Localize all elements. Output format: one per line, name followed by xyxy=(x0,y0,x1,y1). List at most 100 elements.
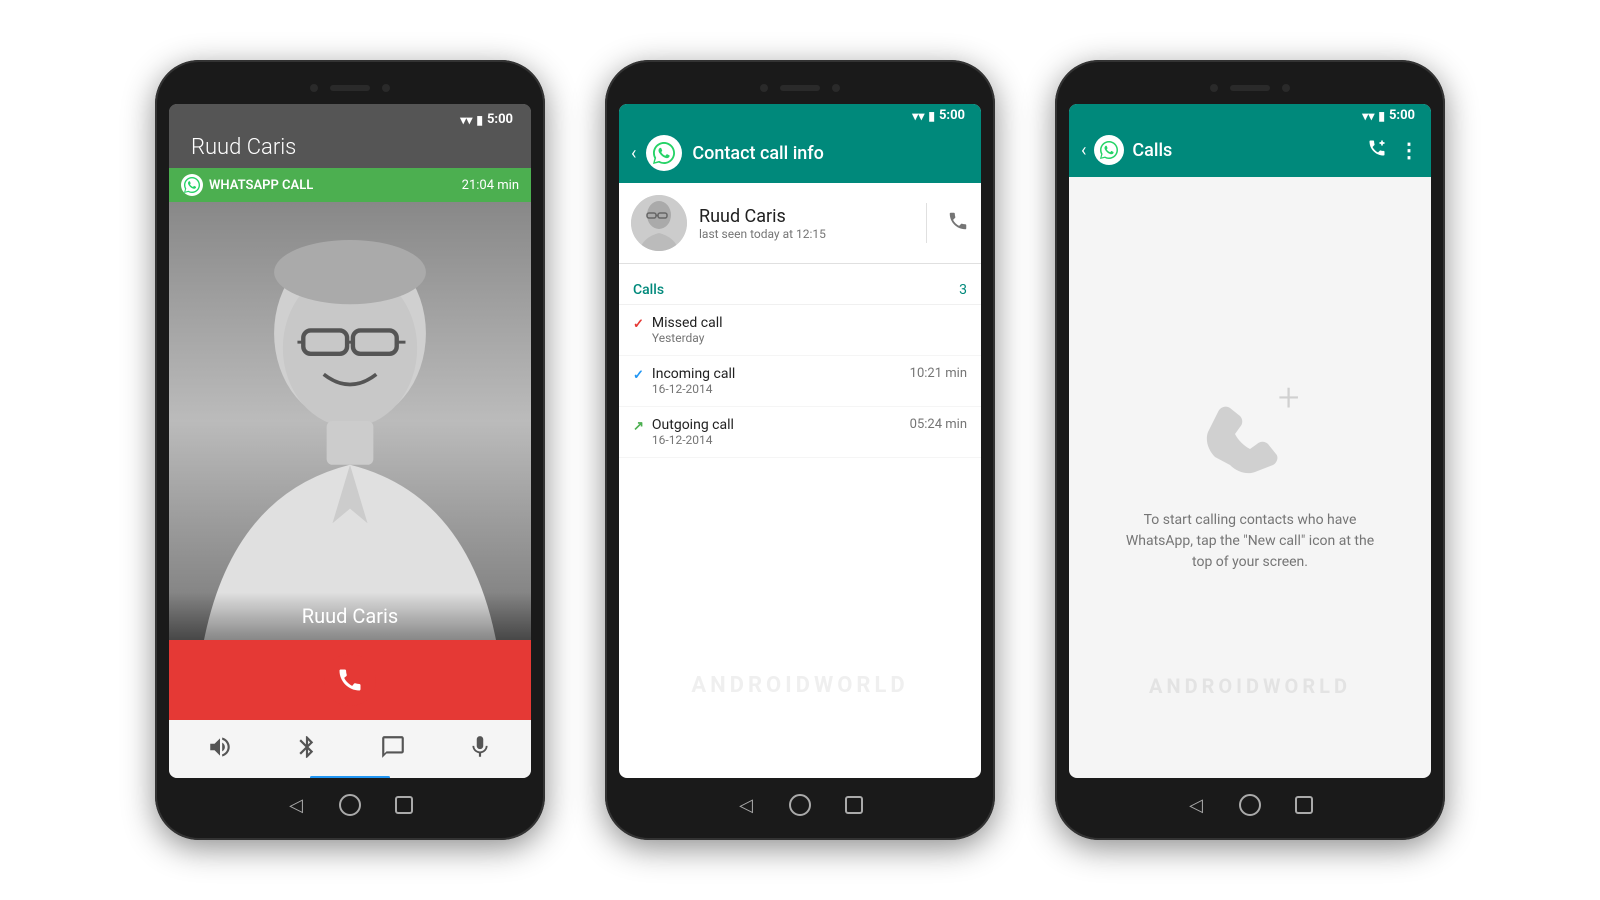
speaker-slot-2 xyxy=(780,85,820,91)
empty-calls-body: + To start calling contacts who have Wha… xyxy=(1069,177,1431,778)
svg-text:+: + xyxy=(1278,382,1299,420)
status-time-3: 5:00 xyxy=(1389,108,1415,123)
caller-name-photo: Ruud Caris xyxy=(181,604,519,628)
whatsapp-circle-icon xyxy=(646,135,682,171)
nav-recents-button-3[interactable] xyxy=(1293,794,1315,816)
empty-calls-text: To start calling contacts who have Whats… xyxy=(1120,510,1380,573)
calls-toolbar-left: ‹ Calls xyxy=(1081,135,1172,165)
whatsapp-icon xyxy=(181,174,203,196)
camera-dot-3 xyxy=(1210,84,1218,92)
call-item-missed[interactable]: ✓ Missed call Yesterday xyxy=(619,305,981,356)
whatsapp-call-bar: WHATSAPP CALL 21:04 min xyxy=(169,168,531,202)
phone-3-screen: ▾▾ ▮ 5:00 ‹ Calls xyxy=(1069,104,1431,778)
phone-3-nav: ◁ xyxy=(1069,778,1431,822)
incoming-call-text: Incoming call 16-12-2014 xyxy=(652,366,735,396)
watermark-2: ANDROIDWORLD xyxy=(619,673,981,698)
recents-square-3 xyxy=(1295,796,1313,814)
calls-section-label: Calls xyxy=(633,282,664,298)
whatsapp-call-label: WHATSAPP CALL xyxy=(209,178,313,193)
speaker-slot xyxy=(330,85,370,91)
phone-plus-illustration: + xyxy=(1190,382,1310,486)
incoming-call-duration: 10:21 min xyxy=(910,366,967,381)
speaker-button[interactable] xyxy=(207,734,233,760)
contact-avatar-img xyxy=(631,195,687,251)
back-arrow-button-3[interactable]: ‹ xyxy=(1081,140,1086,161)
recents-square xyxy=(395,796,413,814)
nav-home-button-3[interactable] xyxy=(1239,794,1261,816)
status-bar-2: ▾▾ ▮ 5:00 xyxy=(627,104,973,127)
call-duration: 21:04 min xyxy=(462,178,519,193)
teal-header: ▾▾ ▮ 5:00 ‹ Contact call info xyxy=(619,104,981,183)
nav-home-button[interactable] xyxy=(339,794,361,816)
contact-name-section: Ruud Caris last seen today at 12:15 xyxy=(699,206,906,241)
new-call-toolbar-icon[interactable] xyxy=(1367,138,1387,163)
calls-section: Calls 3 ✓ Missed call Yesterday ✓ xyxy=(619,272,981,458)
missed-call-date: Yesterday xyxy=(652,331,723,345)
missed-call-type: Missed call xyxy=(652,315,723,331)
nav-recents-button[interactable] xyxy=(393,794,415,816)
end-call-button[interactable] xyxy=(324,654,376,706)
mute-button[interactable] xyxy=(467,734,493,760)
caller-photo-overlay: Ruud Caris xyxy=(169,592,531,640)
signal-icon-3: ▾▾ xyxy=(1362,109,1374,123)
recents-square-2 xyxy=(845,796,863,814)
wa-call-label-group: WHATSAPP CALL xyxy=(181,174,313,196)
battery-icon: ▮ xyxy=(476,113,483,127)
status-bar-3: ▾▾ ▮ 5:00 xyxy=(1077,104,1423,127)
phone-1-nav: ◁ xyxy=(169,778,531,822)
nav-back-button[interactable]: ◁ xyxy=(285,794,307,816)
new-call-icon xyxy=(1367,138,1387,158)
phone-1: ▾▾ ▮ 5:00 Ruud Caris WHATSAPP CALL xyxy=(155,60,545,840)
caller-svg xyxy=(169,202,531,640)
active-call-screen: ▾▾ ▮ 5:00 Ruud Caris WHATSAPP CALL xyxy=(169,104,531,778)
call-item-outgoing[interactable]: ↗ Outgoing call 16-12-2014 05:24 min xyxy=(619,407,981,458)
contact-name: Ruud Caris xyxy=(699,206,906,227)
signal-icon: ▾▾ xyxy=(460,113,472,127)
incoming-call-date: 16-12-2014 xyxy=(652,382,735,396)
call-item-left-missed: ✓ Missed call Yesterday xyxy=(633,315,723,345)
home-circle-2 xyxy=(789,794,811,816)
caller-photo: Ruud Caris xyxy=(169,202,531,640)
bluetooth-button[interactable] xyxy=(294,734,320,760)
overflow-menu-icon[interactable]: ⋮ xyxy=(1399,138,1419,162)
nav-home-button-2[interactable] xyxy=(789,794,811,816)
call-contact-button[interactable] xyxy=(947,210,969,237)
contact-call-info-title: Contact call info xyxy=(692,143,823,164)
sensor-dot xyxy=(382,84,390,92)
sensor-dot-3 xyxy=(1282,84,1290,92)
wa-logo-icon xyxy=(653,142,675,164)
call-actions xyxy=(169,720,531,774)
calls-toolbar: ▾▾ ▮ 5:00 ‹ Calls xyxy=(1069,104,1431,177)
call-item-incoming[interactable]: ✓ Incoming call 16-12-2014 10:21 min xyxy=(619,356,981,407)
chat-icon xyxy=(380,734,406,760)
back-triangle-3: ◁ xyxy=(1189,795,1203,816)
outgoing-call-date: 16-12-2014 xyxy=(652,433,734,447)
contact-last-seen: last seen today at 12:15 xyxy=(699,227,906,241)
calls-toolbar-title-bar: ‹ Calls xyxy=(1077,127,1423,177)
caller-name-top: Ruud Caris xyxy=(179,131,521,168)
contact-avatar xyxy=(631,195,687,251)
phone-call-icon xyxy=(947,210,969,232)
back-triangle: ◁ xyxy=(289,795,303,816)
vertical-divider xyxy=(926,203,927,243)
incoming-call-type: Incoming call xyxy=(652,366,735,382)
nav-back-button-2[interactable]: ◁ xyxy=(735,794,757,816)
end-call-bar[interactable] xyxy=(169,640,531,720)
missed-call-arrow: ✓ xyxy=(633,317,644,332)
outgoing-call-text: Outgoing call 16-12-2014 xyxy=(652,417,734,447)
chat-button[interactable] xyxy=(380,734,406,760)
nav-back-button-3[interactable]: ◁ xyxy=(1185,794,1207,816)
phone-plus-svg: + xyxy=(1190,382,1310,482)
call-item-left-outgoing: ↗ Outgoing call 16-12-2014 xyxy=(633,417,734,447)
phone-1-screen: ▾▾ ▮ 5:00 Ruud Caris WHATSAPP CALL xyxy=(169,104,531,778)
sensor-dot-2 xyxy=(832,84,840,92)
signal-icon-2: ▾▾ xyxy=(912,109,924,123)
mute-icon xyxy=(467,734,493,760)
speaker-icon xyxy=(207,734,233,760)
back-arrow-button[interactable]: ‹ xyxy=(631,143,636,164)
phone-2-screen: ▾▾ ▮ 5:00 ‹ Contact call info xyxy=(619,104,981,778)
battery-icon-3: ▮ xyxy=(1378,109,1385,123)
nav-recents-button-2[interactable] xyxy=(843,794,865,816)
phone-2: ▾▾ ▮ 5:00 ‹ Contact call info xyxy=(605,60,995,840)
calls-screen-title: Calls xyxy=(1132,140,1172,161)
